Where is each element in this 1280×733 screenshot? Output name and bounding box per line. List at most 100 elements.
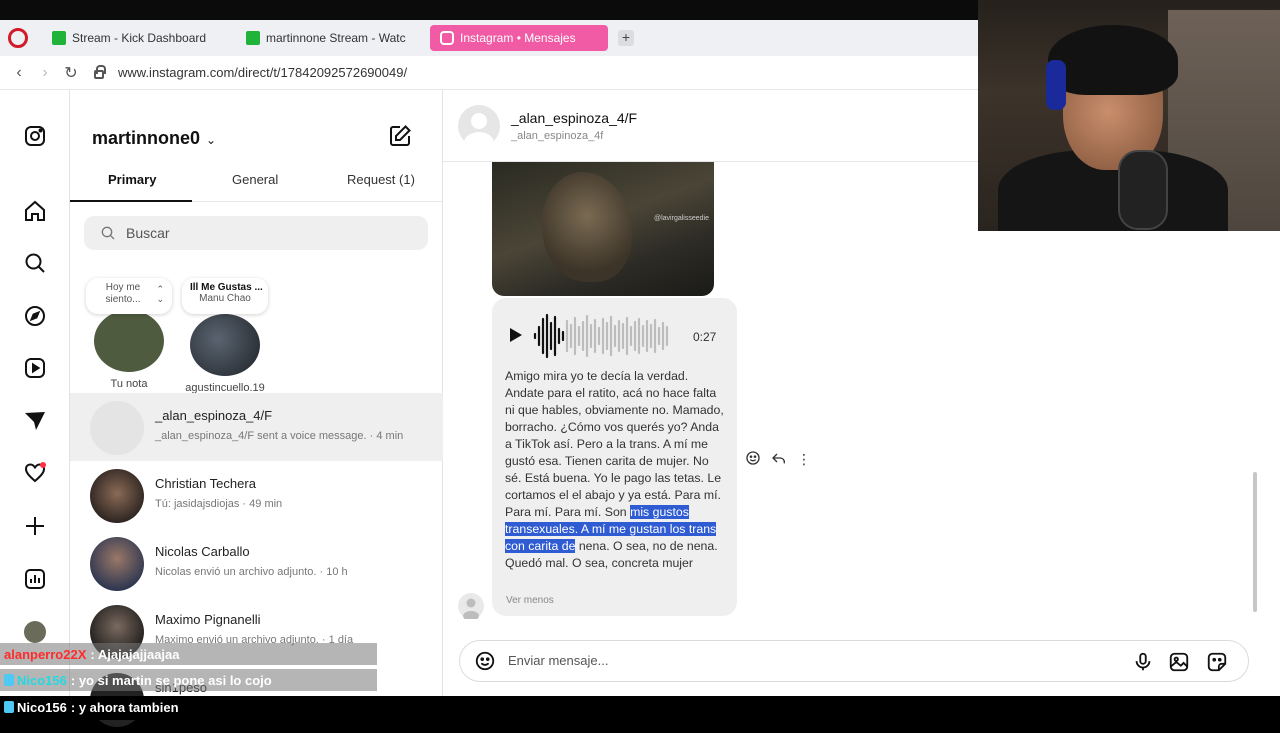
media-watermark: @lavirgalisseedie	[654, 215, 709, 222]
chat-username: Nico156	[17, 699, 67, 715]
inbox-panel: martinnone0 ⌄ Primary General Request (1)…	[70, 90, 443, 727]
thread-username: _alan_espinoza_4f	[511, 130, 604, 142]
avatar	[90, 469, 144, 523]
emoji-picker-icon[interactable]	[474, 650, 496, 672]
chat-username: alanperro22X	[4, 646, 87, 662]
dashboard-icon[interactable]	[23, 567, 47, 591]
chat-message: Nico156 : yo si martin se pone asi lo co…	[0, 669, 377, 691]
reels-icon[interactable]	[23, 356, 47, 380]
tab-general[interactable]: General	[232, 172, 278, 187]
opera-logo-icon[interactable]	[8, 28, 28, 48]
tab-instagram-messages[interactable]: Instagram • Mensajes	[430, 25, 608, 51]
voice-message: 0:27 Amigo mira yo te decía la verdad. A…	[492, 298, 737, 616]
search-input[interactable]: Buscar	[84, 216, 428, 250]
chat-text: : y ahora tambien	[70, 699, 179, 715]
kick-favicon-icon	[246, 31, 260, 45]
subscriber-badge-icon	[4, 674, 14, 686]
search-icon[interactable]	[23, 251, 47, 275]
microphone-prop	[1118, 150, 1168, 230]
note-own[interactable]: Hoy me siento... ⌃ ⌄ Tu nota	[86, 278, 172, 390]
explore-icon[interactable]	[23, 304, 47, 328]
react-emoji-icon[interactable]	[745, 450, 761, 469]
avatar	[94, 310, 164, 372]
search-placeholder: Buscar	[126, 225, 170, 241]
transcript-text: Amigo mira yo te decía la verdad. Andate…	[505, 369, 724, 519]
forward-arrow-icon[interactable]: ›	[32, 64, 58, 82]
back-arrow-icon[interactable]: ‹	[6, 64, 32, 82]
microphone-icon[interactable]	[1132, 651, 1154, 673]
note-agustincuello[interactable]: Ill Me Gustas ... Manu Chao agustincuell…	[182, 278, 268, 394]
avatar	[190, 314, 260, 376]
voice-duration: 0:27	[693, 330, 717, 344]
lock-icon	[94, 65, 106, 79]
shared-media-thumbnail[interactable]: @lavirgalisseedie	[492, 162, 714, 296]
note-song-artist: Manu Chao	[199, 293, 251, 304]
create-plus-icon[interactable]	[23, 514, 47, 538]
image-upload-icon[interactable]	[1168, 651, 1190, 673]
conversation-name: Maximo Pignanelli	[155, 612, 261, 627]
compose-message-icon[interactable]	[388, 124, 412, 148]
tab-label: martinnone Stream - Watc	[266, 31, 406, 45]
account-name: martinnone0	[92, 128, 201, 148]
message-input[interactable]: Enviar mensaje...	[508, 653, 608, 668]
chevron-down-icon: ⌄	[206, 133, 217, 147]
chat-text: : yo si martin se pone asi lo cojo	[70, 672, 272, 688]
inbox-tabs: Primary General Request (1)	[70, 162, 443, 202]
conversation-nicolas[interactable]: Nicolas Carballo Nicolas envió un archiv…	[70, 529, 443, 597]
messages-icon[interactable]	[23, 409, 47, 433]
message-actions: ⋮	[745, 450, 811, 469]
see-less-link[interactable]: Ver menos	[506, 595, 554, 606]
tab-label: Stream - Kick Dashboard	[72, 31, 207, 45]
tab-label: Instagram • Mensajes	[460, 31, 576, 45]
tab-primary[interactable]: Primary	[108, 172, 156, 187]
note-bubble: Ill Me Gustas ... Manu Chao	[182, 278, 268, 314]
reload-icon[interactable]: ↻	[58, 63, 84, 83]
conversation-alan[interactable]: _alan_espinoza_4/F _alan_espinoza_4/F se…	[70, 393, 443, 461]
play-icon[interactable]	[510, 328, 522, 342]
voice-transcript: Amigo mira yo te decía la verdad. Andate…	[505, 368, 727, 572]
bottom-chat-bar	[0, 696, 1280, 720]
chat-text: : Ajajajajjaajaa	[90, 646, 180, 662]
chat-username: Nico156	[17, 672, 67, 688]
new-tab-button[interactable]: +	[618, 30, 634, 46]
nav-rail	[0, 90, 70, 720]
avatar	[90, 401, 144, 455]
instagram-logo-icon[interactable]	[23, 124, 47, 148]
profile-avatar-icon[interactable]	[23, 620, 47, 644]
chat-message: alanperro22X : Ajajajajjaajaa	[0, 643, 377, 665]
note-song-title: Ill Me Gustas ...	[190, 282, 263, 293]
conversation-preview: Nicolas envió un archivo adjunto. · 10 h	[155, 566, 348, 578]
streamer-hair	[1048, 25, 1178, 95]
browser-tab-strip: Stream - Kick Dashboard martinnone Strea…	[0, 20, 980, 56]
subscriber-badge-icon	[4, 701, 14, 713]
webcam-overlay	[978, 0, 1280, 231]
chat-message: Nico156 : y ahora tambien	[0, 696, 179, 718]
note-label: Tu nota	[110, 378, 148, 390]
tab-requests[interactable]: Request (1)	[347, 172, 415, 187]
message-composer[interactable]: Enviar mensaje...	[459, 640, 1249, 682]
scrollbar[interactable]	[1253, 472, 1257, 612]
more-options-icon[interactable]: ⋮	[797, 451, 811, 468]
conversation-christian[interactable]: Christian Techera Tú: jasidajsdiojas · 4…	[70, 461, 443, 529]
avatar[interactable]	[458, 105, 500, 147]
address-bar: ‹ › ↻ www.instagram.com/direct/t/1784209…	[0, 56, 980, 90]
url-field[interactable]: www.instagram.com/direct/t/1784209257269…	[118, 65, 407, 80]
waveform[interactable]	[532, 313, 682, 359]
tab-kick-dashboard[interactable]: Stream - Kick Dashboard	[42, 25, 232, 51]
chevron-updown-icon: ⌃ ⌄	[156, 284, 164, 304]
headphones-icon	[1046, 60, 1066, 110]
kick-favicon-icon	[52, 31, 66, 45]
sticker-icon[interactable]	[1206, 651, 1228, 673]
tab-martinnone-stream[interactable]: martinnone Stream - Watc	[236, 25, 426, 51]
note-bubble: Hoy me siento... ⌃ ⌄	[86, 278, 172, 314]
reply-icon[interactable]	[771, 450, 787, 469]
thread-title[interactable]: _alan_espinoza_4/F	[511, 110, 637, 126]
home-icon[interactable]	[23, 199, 47, 223]
conversation-name: Christian Techera	[155, 476, 256, 491]
conversation-preview: Tú: jasidajsdiojas · 49 min	[155, 498, 283, 510]
notifications-heart-icon[interactable]	[23, 461, 47, 485]
conversation-preview: _alan_espinoza_4/F sent a voice message.…	[155, 430, 404, 442]
conversation-name: _alan_espinoza_4/F	[155, 408, 273, 423]
search-icon	[100, 225, 116, 241]
account-switcher[interactable]: martinnone0 ⌄	[92, 128, 216, 149]
